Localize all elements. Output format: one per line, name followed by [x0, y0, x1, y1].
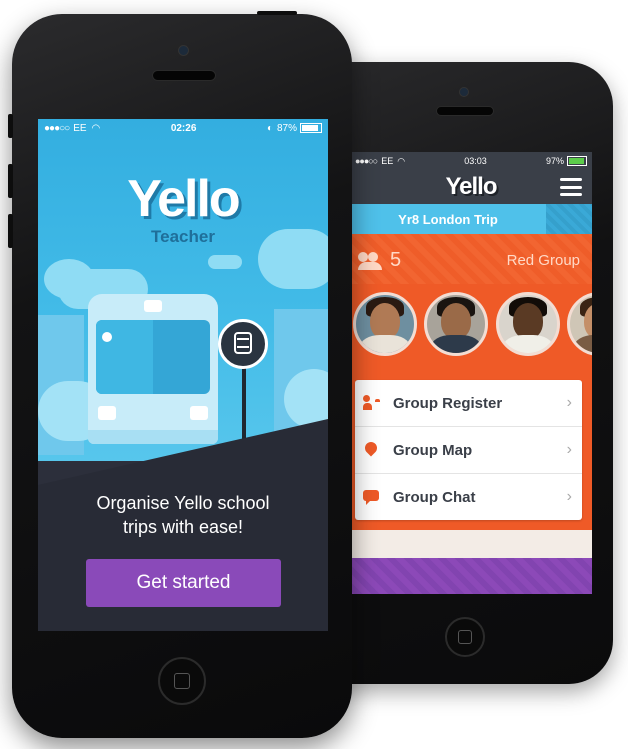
status-time: 03:03: [464, 156, 487, 166]
chat-icon: [363, 489, 381, 505]
carrier-label: EE: [73, 122, 87, 134]
battery-icon: [300, 123, 322, 133]
chevron-right-icon: ›: [566, 441, 572, 458]
avatar[interactable]: [495, 292, 560, 356]
rotation-lock-icon: ◐: [266, 122, 273, 134]
menu-item-label: Group Register: [393, 394, 503, 412]
home-button[interactable]: [445, 617, 485, 657]
trip-bar-stripes: [546, 204, 592, 234]
status-bar: ●●●○○ EE ◠ 02:26 ◐ 87%: [38, 119, 328, 137]
app-logo: Yello: [127, 170, 240, 228]
power-button: [257, 11, 297, 15]
register-icon: [363, 395, 381, 411]
status-time: 02:26: [170, 122, 197, 134]
group-screen: ●●●○○ EE ◠ 03:03 97% Yello Yr8 London Tr…: [350, 152, 592, 594]
member-count: 5: [358, 249, 401, 272]
battery-label: 97%: [545, 156, 564, 166]
camera: [178, 45, 189, 56]
bus-stop-sign-icon: [218, 319, 268, 369]
app-logo: Yello: [445, 173, 497, 200]
next-group-card[interactable]: [350, 558, 592, 594]
home-button[interactable]: [158, 657, 206, 705]
front-phone: ●●●○○ EE ◠ 02:26 ◐ 87% Yello Teacher Org…: [8, 11, 352, 738]
member-count-value: 5: [390, 249, 402, 271]
bus-illustration: [88, 294, 218, 444]
nav-bar: Yello: [350, 170, 592, 204]
users-icon: [358, 251, 384, 270]
signal-icon: ●●●○○: [355, 156, 378, 166]
chevron-right-icon: ›: [566, 394, 572, 411]
signal-icon: ●●●○○: [44, 122, 70, 134]
avatar[interactable]: [353, 292, 417, 356]
group-card: 5 Red Group Group Register › Group Map ›…: [350, 234, 592, 530]
trip-title: Yr8 London Trip: [350, 204, 546, 234]
get-started-button[interactable]: Get started: [86, 559, 281, 607]
group-menu: Group Register › Group Map › Group Chat …: [355, 380, 582, 520]
volume-up-button: [8, 164, 13, 198]
map-pin-icon: [363, 442, 381, 458]
group-name: Red Group: [506, 252, 580, 269]
app-subtitle: Teacher: [151, 227, 215, 246]
menu-item-label: Group Chat: [393, 488, 476, 506]
camera: [459, 87, 469, 97]
trip-bar[interactable]: Yr8 London Trip: [350, 204, 592, 234]
wifi-icon: ◠: [397, 155, 406, 166]
tagline: Organise Yello school trips with ease!: [96, 493, 270, 537]
chevron-right-icon: ›: [566, 488, 572, 505]
group-map-item[interactable]: Group Map ›: [355, 427, 582, 474]
group-register-item[interactable]: Group Register ›: [355, 380, 582, 427]
volume-down-button: [8, 214, 13, 248]
welcome-screen: ●●●○○ EE ◠ 02:26 ◐ 87% Yello Teacher Org…: [38, 119, 328, 631]
speaker: [436, 106, 494, 116]
avatar[interactable]: [567, 292, 592, 356]
menu-item-label: Group Map: [393, 441, 473, 459]
mute-switch: [8, 114, 13, 138]
wifi-icon: ◠: [91, 122, 101, 134]
carrier-label: EE: [381, 156, 394, 166]
hamburger-menu-icon[interactable]: [560, 178, 582, 196]
status-bar: ●●●○○ EE ◠ 03:03 97%: [350, 152, 592, 170]
group-chat-item[interactable]: Group Chat ›: [355, 474, 582, 520]
avatar-row[interactable]: [350, 292, 592, 362]
battery-icon: [567, 156, 587, 166]
speaker: [152, 70, 216, 81]
battery-label: 87%: [276, 122, 297, 134]
avatar[interactable]: [424, 292, 489, 356]
group-header: 5 Red Group: [350, 234, 592, 284]
